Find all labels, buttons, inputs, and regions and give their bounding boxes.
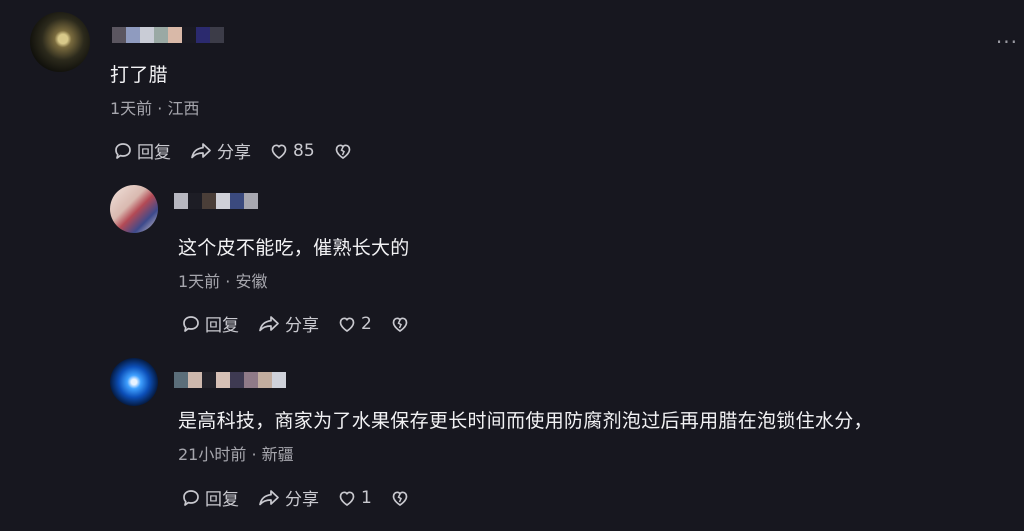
like-button[interactable]: 2 bbox=[337, 314, 372, 334]
broken-heart-icon bbox=[335, 143, 350, 159]
like-count: 2 bbox=[361, 313, 372, 334]
comment-actions: 回复 分享 1 bbox=[181, 485, 432, 510]
heart-icon bbox=[271, 143, 287, 159]
like-count: 85 bbox=[293, 140, 315, 161]
comment-meta: 1天前 · 江西 bbox=[110, 99, 200, 118]
comment-meta: 1天前 · 安徽 bbox=[178, 272, 268, 291]
share-label: 分享 bbox=[285, 490, 319, 510]
comment-text: 是高科技，商家为了水果保存更长时间而使用防腐剂泡过后再用腊在泡锁住水分， bbox=[178, 410, 873, 432]
username-censored[interactable] bbox=[174, 193, 258, 209]
dislike-button[interactable] bbox=[390, 488, 414, 508]
share-label: 分享 bbox=[217, 143, 251, 163]
avatar[interactable] bbox=[30, 12, 90, 72]
more-options-button[interactable]: ··· bbox=[996, 30, 1018, 54]
username-censored[interactable] bbox=[174, 372, 286, 388]
like-button[interactable]: 85 bbox=[269, 141, 315, 161]
comment-text: 打了腊 bbox=[110, 64, 168, 86]
broken-heart-icon bbox=[392, 490, 408, 506]
avatar[interactable] bbox=[110, 185, 158, 233]
like-button[interactable]: 1 bbox=[337, 488, 372, 508]
reply-label: 回复 bbox=[205, 490, 239, 510]
like-count: 1 bbox=[361, 487, 372, 508]
share-button[interactable]: 分享 bbox=[257, 485, 319, 510]
comment-bubble-icon bbox=[183, 315, 199, 332]
share-button[interactable]: 分享 bbox=[257, 311, 319, 336]
heart-icon bbox=[339, 316, 355, 332]
dislike-button[interactable] bbox=[333, 141, 357, 161]
share-arrow-icon bbox=[259, 315, 279, 331]
comment-bubble-icon bbox=[115, 142, 131, 159]
share-label: 分享 bbox=[285, 316, 319, 336]
reply-button[interactable]: 回复 bbox=[113, 138, 171, 163]
username-censored[interactable] bbox=[112, 27, 224, 43]
broken-heart-icon bbox=[392, 316, 408, 332]
comment-text: 这个皮不能吃，催熟长大的 bbox=[178, 237, 410, 259]
share-arrow-icon bbox=[259, 489, 279, 505]
reply-label: 回复 bbox=[205, 316, 239, 336]
reply-button[interactable]: 回复 bbox=[181, 485, 239, 510]
comment-actions: 回复 分享 85 bbox=[113, 138, 375, 163]
reply-label: 回复 bbox=[137, 143, 171, 163]
comment-actions: 回复 分享 2 bbox=[181, 311, 432, 336]
comment-bubble-icon bbox=[183, 489, 199, 506]
share-arrow-icon bbox=[191, 142, 211, 158]
share-button[interactable]: 分享 bbox=[189, 138, 251, 163]
comment-meta: 21小时前 · 新疆 bbox=[178, 445, 294, 464]
reply-button[interactable]: 回复 bbox=[181, 311, 239, 336]
dislike-button[interactable] bbox=[390, 314, 414, 334]
avatar[interactable] bbox=[110, 358, 158, 406]
heart-icon bbox=[339, 490, 355, 506]
